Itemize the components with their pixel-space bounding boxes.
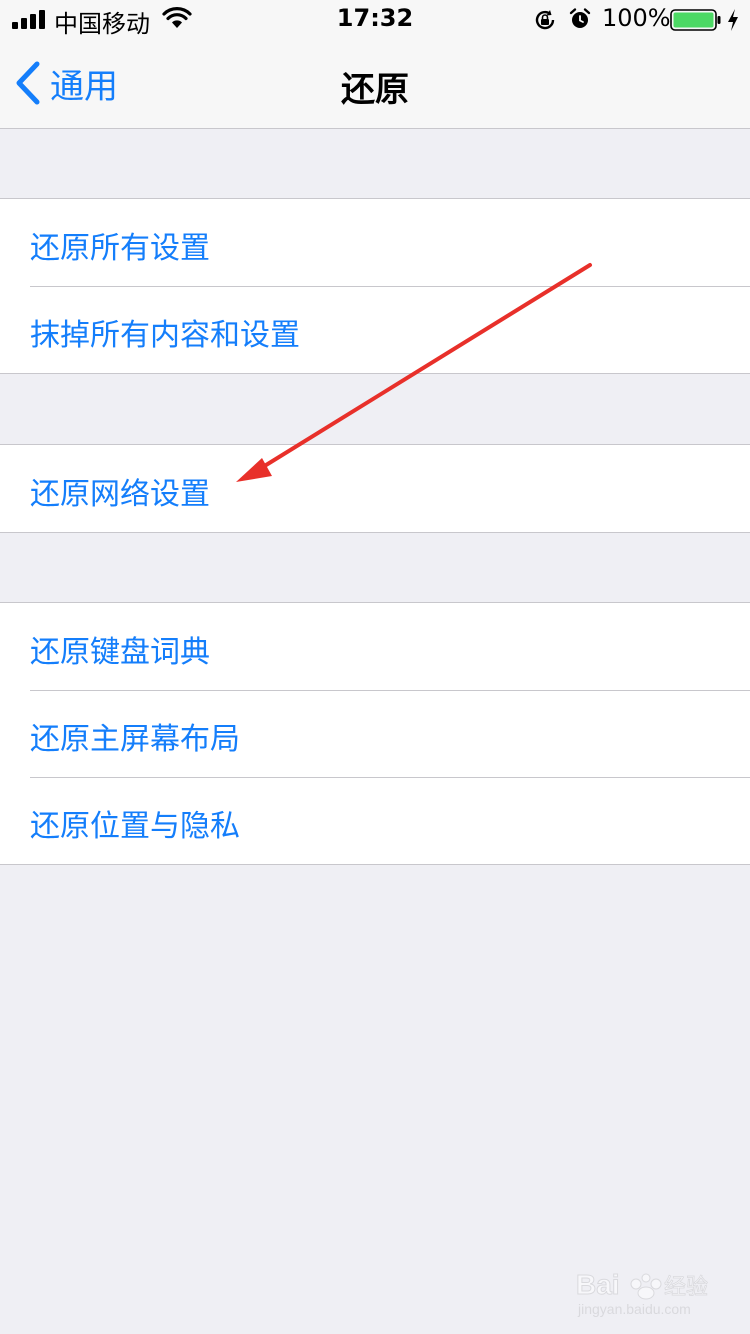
battery-percent: 100% <box>602 4 671 32</box>
svg-text:jingyan.baidu.com: jingyan.baidu.com <box>577 1301 691 1317</box>
reset-location-privacy-button[interactable]: 还原位置与隐私 <box>0 777 750 864</box>
baidu-jingyan-watermark: Bai 经验 jingyan.baidu.com <box>576 1269 709 1318</box>
cell-label: 还原所有设置 <box>30 231 210 266</box>
reset-group-3: 还原键盘词典 还原主屏幕布局 还原位置与隐私 <box>0 602 750 865</box>
lock-rotation-icon <box>535 10 555 30</box>
reset-network-settings-button[interactable]: 还原网络设置 <box>0 445 750 532</box>
cell-label: 还原网络设置 <box>30 477 210 512</box>
cell-label: 还原位置与隐私 <box>30 809 240 844</box>
reset-keyboard-dictionary-button[interactable]: 还原键盘词典 <box>0 603 750 690</box>
page-title: 还原 <box>341 70 409 110</box>
cell-label: 还原主屏幕布局 <box>30 722 240 757</box>
alarm-icon <box>569 8 591 28</box>
svg-text:Bai: Bai <box>576 1269 620 1300</box>
svg-text:经验: 经验 <box>664 1275 708 1300</box>
charging-icon <box>728 9 738 31</box>
battery-icon <box>670 9 721 31</box>
reset-group-2: 还原网络设置 <box>0 444 750 533</box>
cell-label: 还原键盘词典 <box>30 635 210 670</box>
reset-all-settings-button[interactable]: 还原所有设置 <box>0 199 750 286</box>
erase-all-content-button[interactable]: 抹掉所有内容和设置 <box>0 286 750 373</box>
reset-home-screen-layout-button[interactable]: 还原主屏幕布局 <box>0 690 750 777</box>
navigation-bar: 通用 还原 <box>0 40 750 129</box>
reset-group-1: 还原所有设置 抹掉所有内容和设置 <box>0 198 750 374</box>
status-bar: 中国移动 17:32 100% <box>0 0 750 40</box>
cell-label: 抹掉所有内容和设置 <box>30 318 300 353</box>
